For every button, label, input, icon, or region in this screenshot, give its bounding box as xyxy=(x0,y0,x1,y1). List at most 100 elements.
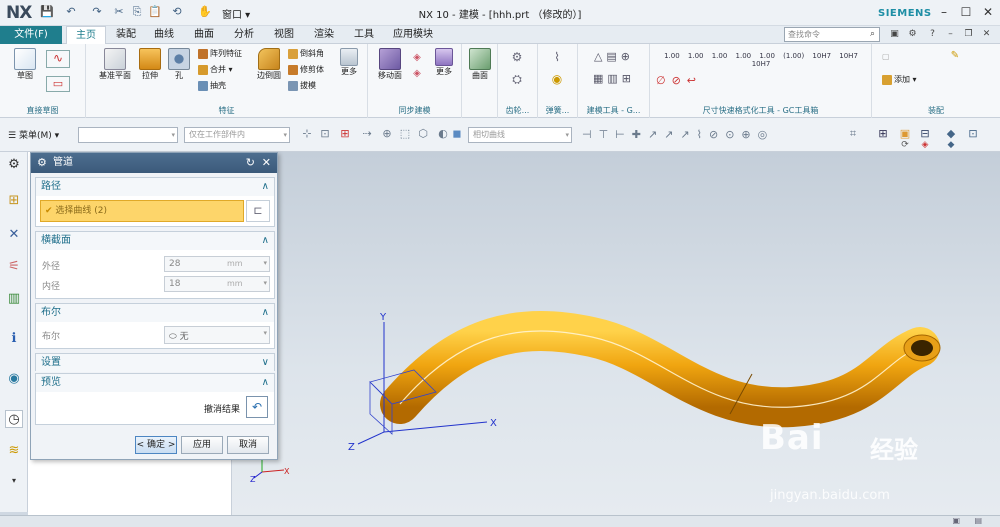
file-menu[interactable]: 文件(F) xyxy=(0,26,62,44)
tab-application[interactable]: 应用模块 xyxy=(388,26,438,44)
apply-button[interactable]: 应用 xyxy=(181,436,223,454)
select-curve-row[interactable]: ✔ 选择曲线 (2) xyxy=(40,200,244,222)
gear-tool-icon[interactable]: ⛭ xyxy=(504,72,530,87)
tab-curve[interactable]: 曲线 xyxy=(148,26,180,44)
datum-plane-button[interactable]: 基准平面 xyxy=(94,48,136,81)
add-component-button[interactable]: 添加 ▾ xyxy=(882,74,942,85)
modeling-tools-icons[interactable]: △▤⊕ xyxy=(584,50,644,63)
help-icon[interactable]: ? xyxy=(926,28,939,41)
gear-icon[interactable]: ⚙ xyxy=(504,50,530,64)
sketch-button[interactable]: 草图 xyxy=(8,48,42,81)
snap-icon-extra[interactable]: ⌗ xyxy=(846,127,860,141)
chevron-down-icon[interactable]: ▾ xyxy=(263,279,267,287)
settings-section[interactable]: 设置 ∨ xyxy=(35,353,275,372)
cross-section-header[interactable]: 横截面 ∧ xyxy=(36,232,274,250)
draft-button[interactable]: 拔模 xyxy=(288,80,334,91)
selection-icon-8[interactable]: ◼ xyxy=(450,127,464,141)
status-icon[interactable]: ▣ xyxy=(952,516,960,525)
spring-tool-icon[interactable]: ◉ xyxy=(544,72,570,86)
curve-rule-select[interactable]: 相切曲线 ▾ xyxy=(468,127,572,143)
view-icon-5[interactable]: ⊡ xyxy=(966,127,980,141)
dimension-format-icons[interactable]: 1.00 1.00 1.00 1.00 1.00 (1.00) 10H7 10H… xyxy=(656,52,866,68)
tab-analysis[interactable]: 分析 xyxy=(228,26,260,44)
selection-icon-7[interactable]: ◐ xyxy=(436,127,450,141)
view-icon-6[interactable]: ⟳ xyxy=(898,138,912,152)
boolean-header[interactable]: 布尔 ∧ xyxy=(36,304,274,322)
tab-surface[interactable]: 曲面 xyxy=(188,26,220,44)
resource-bar-scroll-icon[interactable]: ▾ xyxy=(5,472,23,490)
selection-icon-3[interactable]: ⇢ xyxy=(360,127,374,141)
close-button[interactable]: ✕ xyxy=(980,4,996,20)
type-filter-select[interactable]: ▾ xyxy=(78,127,178,143)
minimize-button[interactable]: – xyxy=(936,4,952,20)
pattern-feature-button[interactable]: 阵列特征 xyxy=(198,48,250,59)
tab-view[interactable]: 视图 xyxy=(268,26,300,44)
curve-select-icon[interactable]: ⊏ xyxy=(246,200,270,222)
ribbon-minimize-icon[interactable]: – xyxy=(944,28,957,41)
web-browser-icon[interactable]: ◉ xyxy=(5,370,23,388)
history-icon[interactable]: ◷ xyxy=(5,410,23,428)
chevron-down-icon[interactable]: ▾ xyxy=(263,329,267,337)
snap-point-icons[interactable]: ⊣⊤⊢✚↗↗↗⌇⊘⊙⊕◎ xyxy=(582,128,832,141)
tab-tools[interactable]: 工具 xyxy=(348,26,380,44)
tab-home[interactable]: 主页 xyxy=(66,26,106,44)
view-icon-7[interactable]: ◈ xyxy=(918,138,932,152)
trim-body-button[interactable]: 修剪体 xyxy=(288,64,334,75)
inner-diameter-field[interactable]: 18 mm ▾ xyxy=(164,276,270,292)
outer-diameter-field[interactable]: 28 mm ▾ xyxy=(164,256,270,272)
dialog-close-icon[interactable]: ✕ xyxy=(262,153,271,173)
selection-icon-4[interactable]: ⊕ xyxy=(380,127,394,141)
menu-button[interactable]: ☰ 菜单(M) ▾ xyxy=(8,128,59,141)
search-icon[interactable]: ⌕ xyxy=(866,28,879,41)
constraint-navigator-icon[interactable]: ✕ xyxy=(5,226,23,244)
selection-icon-1[interactable]: ⊹ xyxy=(300,127,314,141)
reset-icon[interactable]: ↻ xyxy=(246,153,255,173)
shell-button[interactable]: 抽壳 xyxy=(198,80,250,91)
extrude-button[interactable]: 拉伸 xyxy=(136,48,164,81)
unite-button[interactable]: 合并 ▾ xyxy=(198,64,250,75)
path-header[interactable]: 路径 ∧ xyxy=(36,178,274,196)
feature-more-button[interactable]: 更多 xyxy=(336,48,362,77)
edge-blend-button[interactable]: 边倒圆 xyxy=(252,48,286,81)
settings-header[interactable]: 设置 ∨ xyxy=(36,354,274,372)
selection-icon-6[interactable]: ⬡ xyxy=(416,127,430,141)
ribbon-restore-icon[interactable]: ❐ xyxy=(962,28,975,41)
assembly-navigator-icon[interactable]: ⊞ xyxy=(5,192,23,210)
part-navigator-icon[interactable]: ⚟ xyxy=(5,258,23,276)
selection-icon-5[interactable]: ⬚ xyxy=(398,127,412,141)
maximize-button[interactable]: ☐ xyxy=(958,4,974,20)
preview-header[interactable]: 预览 ∧ xyxy=(36,374,274,392)
chevron-down-icon[interactable]: ▾ xyxy=(263,259,267,267)
sync-more-button[interactable]: 更多 xyxy=(430,48,458,77)
assembly-tool-icon[interactable]: ✎ xyxy=(948,50,962,61)
resource-settings-icon[interactable]: ⚙ xyxy=(5,156,23,174)
chamfer-button[interactable]: 倒斜角 xyxy=(288,48,334,59)
cancel-button[interactable]: 取消 xyxy=(227,436,269,454)
ribbon-close-icon[interactable]: ✕ xyxy=(980,28,993,41)
ok-button[interactable]: < 确定 > xyxy=(135,436,177,454)
surface-button[interactable]: 曲面 xyxy=(466,48,494,81)
reuse-library-icon[interactable]: ▥ xyxy=(5,290,23,308)
sync-icon-2[interactable]: ◈ xyxy=(410,68,424,79)
undo-result-button[interactable]: ↶ xyxy=(246,396,268,418)
tab-render[interactable]: 渲染 xyxy=(308,26,340,44)
selection-icon-2[interactable]: ⊡ xyxy=(318,127,332,141)
settings-icon[interactable]: ⚙ xyxy=(906,28,919,41)
info-icon[interactable]: ℹ xyxy=(5,330,23,348)
view-icon-1[interactable]: ⊞ xyxy=(876,127,890,141)
boolean-select[interactable]: ⬭ 无 ▾ xyxy=(164,326,270,344)
modeling-tools-icons-2[interactable]: ▦▥⊞ xyxy=(584,72,644,85)
roles-icon[interactable]: ≋ xyxy=(5,442,23,460)
dimension-tool-icons[interactable]: ∅⊘↩ xyxy=(656,74,716,87)
sync-icon-1[interactable]: ◈ xyxy=(410,52,424,63)
tab-assembly[interactable]: 装配 xyxy=(110,26,142,44)
dialog-settings-icon[interactable]: ⚙ xyxy=(37,153,47,173)
spring-icon[interactable]: ⌇ xyxy=(544,50,570,64)
status-icon-2[interactable]: ▤ xyxy=(974,516,982,525)
view-icon-8[interactable]: ◆ xyxy=(944,138,958,152)
selection-scope-select[interactable]: 仅在工作部件内 ▾ xyxy=(184,127,290,143)
snap-icon[interactable]: ⊞ xyxy=(338,127,352,141)
layout-icon[interactable]: ▣ xyxy=(888,28,901,41)
move-face-button[interactable]: 移动面 xyxy=(374,48,406,81)
hole-button[interactable]: 孔 xyxy=(166,48,192,81)
